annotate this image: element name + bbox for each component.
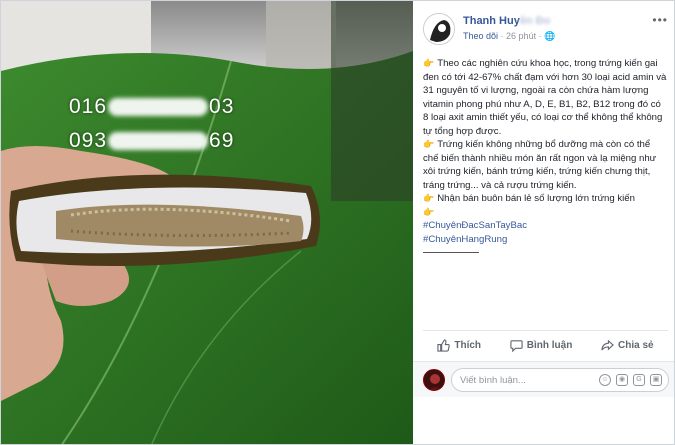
share-icon xyxy=(601,339,614,351)
post-paragraph-1: 👉 Theo các nghiên cứu khoa học, trong trứ… xyxy=(423,57,668,138)
pointing-hand-icon: 👉 xyxy=(423,139,435,149)
emoji-icon[interactable]: ☺ xyxy=(599,374,611,386)
more-options-button[interactable]: ••• xyxy=(652,13,668,27)
redacted-digits xyxy=(108,98,209,117)
author-avatar[interactable] xyxy=(423,13,455,45)
author-name-text: Thanh Huy xyxy=(463,15,520,27)
food-photo-illustration xyxy=(1,1,413,444)
comment-button[interactable]: Bình luận xyxy=(510,339,573,352)
post-paragraph-3: 👉 Nhận bán buôn bán lẻ số lượng lớn trứng… xyxy=(423,192,668,206)
phone-2-prefix: 093 xyxy=(69,129,108,152)
paragraph-1-text: Theo các nghiên cứu khoa học, trong trứn… xyxy=(423,58,667,137)
post-time[interactable]: · 26 phút · xyxy=(501,31,542,41)
author-name-blurred: ền Đo xyxy=(519,15,551,27)
like-label: Thích xyxy=(454,340,482,351)
share-label: Chia sẻ xyxy=(618,340,654,351)
pointing-hand-icon: 👉 xyxy=(423,206,435,217)
phone-1-prefix: 016 xyxy=(69,95,108,118)
user-avatar-image xyxy=(428,374,442,390)
avatar-image xyxy=(424,14,454,44)
follow-link[interactable]: Theo dõi xyxy=(463,31,498,41)
redacted-digits xyxy=(108,132,209,151)
post-panel: Thanh Huyền Đo Theo dõi · 26 phút · 🌐 ••… xyxy=(413,1,674,444)
sticker-icon[interactable]: ▣ xyxy=(650,374,662,386)
user-avatar xyxy=(423,369,445,391)
post-photo[interactable]: 016 03 093 69 xyxy=(1,1,413,444)
comment-icon xyxy=(510,340,523,352)
divider-line xyxy=(423,252,479,253)
camera-icon[interactable]: ◉ xyxy=(616,374,628,386)
post-viewer: 016 03 093 69 Thanh Huyền Đo Theo dõi · 26… xyxy=(0,0,675,445)
phone-number-2: 093 69 xyxy=(69,129,234,153)
gif-icon[interactable]: G xyxy=(633,374,645,386)
comment-placeholder: Viết bình luận... xyxy=(460,375,526,386)
pointing-hand-icon: 👉 xyxy=(423,193,435,203)
comment-composer: Viết bình luận... ☺ ◉ G ▣ xyxy=(413,361,674,397)
comment-label: Bình luận xyxy=(526,340,573,351)
post-actions: Thích Bình luận Chia sẻ xyxy=(423,330,668,360)
comment-tools: ☺ ◉ G ▣ xyxy=(599,374,662,386)
phone-number-1: 016 03 xyxy=(69,95,234,119)
hashtag-link[interactable]: #ChuyênHangRung xyxy=(423,233,668,247)
post-paragraph-2: 👉 Trứng kiến không những bổ dưỡng mà còn … xyxy=(423,138,668,192)
hashtag-link[interactable]: #ChuyênĐacSanTayBac xyxy=(423,219,668,233)
post-meta: Theo dõi · 26 phút · 🌐 xyxy=(463,31,555,42)
comment-input[interactable]: Viết bình luận... ☺ ◉ G ▣ xyxy=(451,368,669,392)
phone-2-suffix: 69 xyxy=(209,129,235,152)
paragraph-2-text: Trứng kiến không những bổ dưỡng mà còn c… xyxy=(423,139,657,191)
post-emoji-line: 👉 xyxy=(423,206,668,220)
thumbs-up-icon xyxy=(437,339,451,352)
post-text: 👉 Theo các nghiên cứu khoa học, trong trứ… xyxy=(423,57,668,253)
phone-1-suffix: 03 xyxy=(209,95,235,118)
pointing-hand-icon: 👉 xyxy=(423,58,435,68)
author-name[interactable]: Thanh Huyền Đo xyxy=(463,15,550,27)
share-button[interactable]: Chia sẻ xyxy=(601,339,654,352)
post-header: Thanh Huyền Đo Theo dõi · 26 phút · 🌐 ••… xyxy=(423,13,668,47)
paragraph-3-text: Nhận bán buôn bán lẻ số lượng lớn trứng … xyxy=(437,193,635,204)
like-button[interactable]: Thích xyxy=(437,339,481,352)
globe-icon: 🌐 xyxy=(544,31,556,41)
